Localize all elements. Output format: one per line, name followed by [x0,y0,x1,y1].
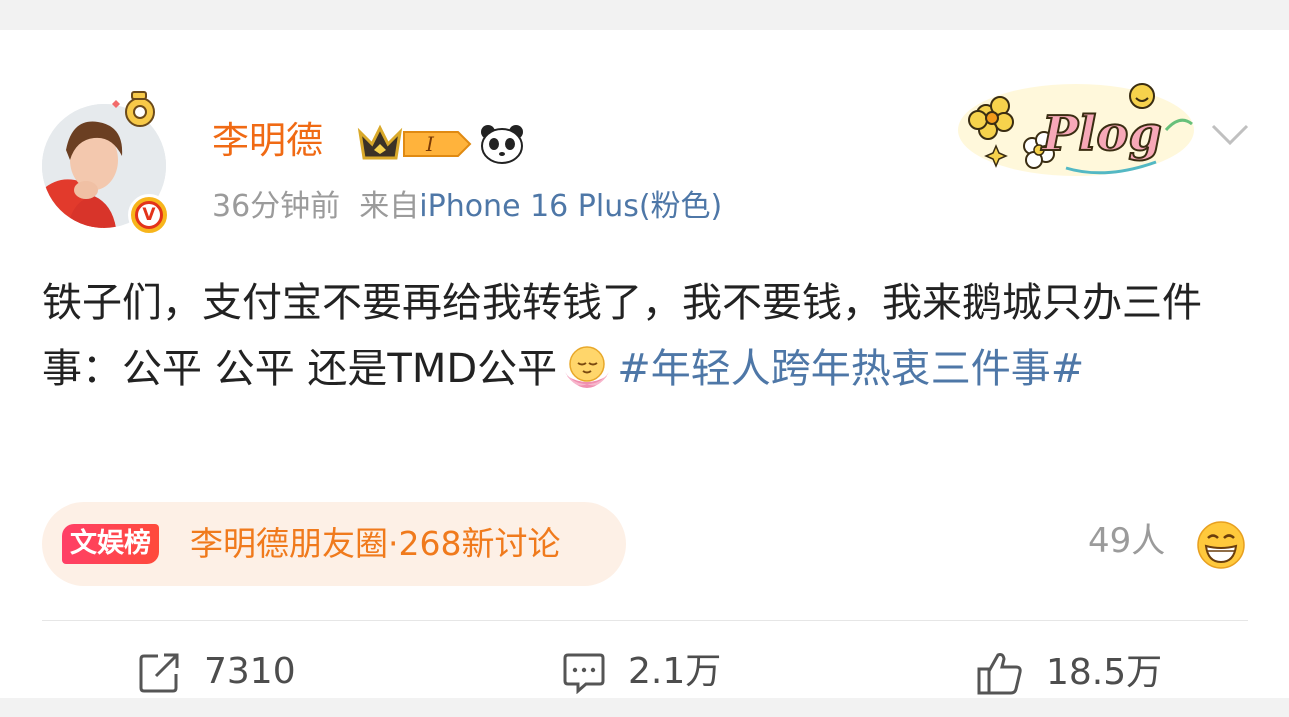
comment-button[interactable]: 2.1万 [562,650,721,694]
topic-text: 李明德朋友圈·268新讨论 [190,524,561,563]
topic-pill[interactable]: 文娱榜 李明德朋友圈·268新讨论 [42,502,626,586]
comment-count: 2.1万 [628,651,722,692]
repost-count: 7310 [204,651,296,692]
chevron-down-icon[interactable] [1210,122,1250,152]
panda-icon[interactable] [480,124,524,168]
repost-icon [139,653,179,693]
post-card: V 李明德 I 36分钟前 来自iPhone 16 Plus(粉色) Plog … [0,30,1289,698]
repost-button[interactable]: 7310 [138,650,296,694]
svg-text:Plog: Plog [1040,106,1162,162]
source-prefix: 来自 [359,189,420,224]
hashtag-link[interactable]: #年轻人跨年热衷三件事# [617,346,1084,392]
plog-sticker: Plog [956,70,1196,184]
reaction-count[interactable]: 49人 [1088,524,1165,558]
camera-pendant-icon [104,86,164,150]
feed-separator [0,698,1289,717]
like-button[interactable]: 18.5万 [976,650,1162,696]
like-count: 18.5万 [1046,652,1163,693]
post-time: 36分钟前 [212,189,341,224]
svg-text:I: I [425,132,435,156]
device-link[interactable]: iPhone 16 Plus(粉色) [419,189,722,224]
username[interactable]: 李明德 [212,122,323,159]
divider [42,620,1248,621]
post-text: 铁子们，支付宝不要再给我转钱了，我不要钱，我来鹅城只办三件事：公平 公平 还是T… [42,270,1232,412]
comment-icon [563,653,605,694]
topic-badge: 文娱榜 [62,524,159,564]
verified-v-icon: V [128,194,170,236]
crown-badge-icon[interactable]: I [356,122,474,170]
like-icon [977,653,1022,695]
lotus-emoji-icon [561,344,613,412]
grin-emoji-icon[interactable] [1196,520,1246,574]
post-meta: 36分钟前 来自iPhone 16 Plus(粉色) [212,192,722,222]
